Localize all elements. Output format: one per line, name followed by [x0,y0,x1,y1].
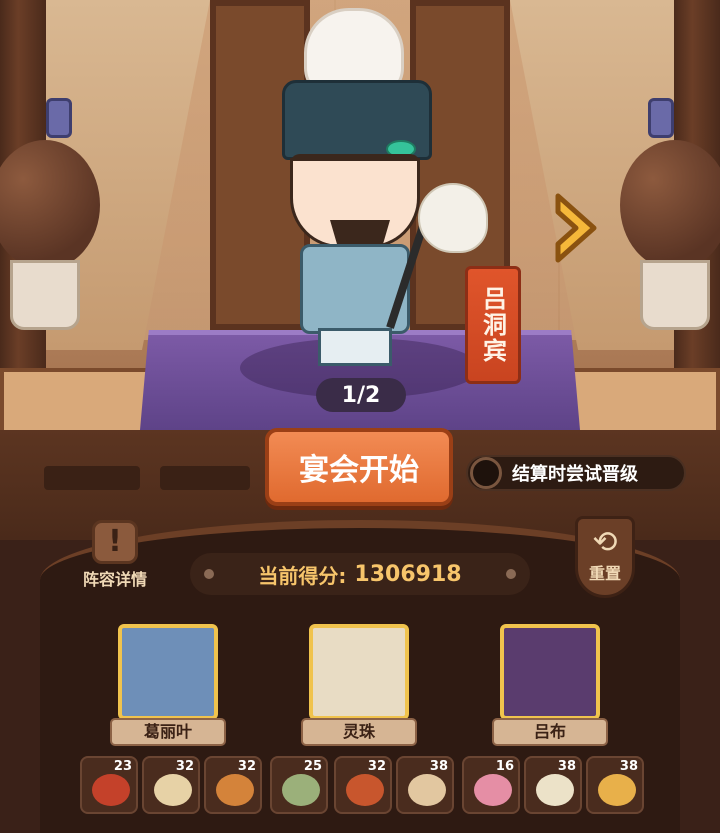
dish-slot[interactable]: 32 [334,756,392,814]
dish-icon [216,774,254,806]
dish-slot[interactable]: 38 [396,756,454,814]
hero-card[interactable]: 吕布 [492,624,608,746]
dish-quantity: 38 [429,759,448,774]
hero-name: 葛丽叶 [110,718,226,746]
reset-label: 重置 [588,564,621,583]
lineup-details-label: 阵容详情 [82,570,147,589]
dish-icon [536,774,574,806]
dish-slot[interactable]: 38 [586,756,644,814]
potted-plant-right [620,140,720,340]
dish-quantity: 32 [367,759,386,774]
dish-slot[interactable]: 25 [270,756,328,814]
right-shelf [570,368,720,438]
toggle-label: 结算时尝试晋级 [512,464,638,485]
page-indicator: 1/2 [316,378,406,412]
character-legs [318,328,392,366]
score-dot-right [506,569,516,579]
curtain-hook-right [648,98,674,138]
score-display: 当前得分: 1306918 [190,553,530,595]
reset-button[interactable]: ⟲ 重置 [575,516,635,598]
dish-icon [282,774,320,806]
left-shelf [0,368,150,438]
score-value: 1306918 [354,561,462,587]
character-name-banner: 吕洞宾 [465,266,521,384]
promote-toggle[interactable]: 结算时尝试晋级 [466,455,686,491]
dish-quantity: 16 [495,759,514,774]
hero-name: 吕布 [492,718,608,746]
refresh-icon: ⟲ [592,525,618,560]
dish-icon [92,774,130,806]
hero-card[interactable]: 葛丽叶 [110,624,226,746]
panel-slot [160,466,250,490]
dish-icon [408,774,446,806]
panel-slot [44,466,140,490]
dish-icon [598,774,636,806]
score-dot-left [204,569,214,579]
fly-whisk [418,183,488,253]
character-stage: 吕洞宾 1/2 [0,0,720,440]
dish-quantity: 23 [113,759,132,774]
chevron-right-icon[interactable] [548,188,608,268]
start-banquet-button[interactable]: 宴会开始 [265,428,453,506]
dish-quantity: 38 [619,759,638,774]
hero-card[interactable]: 灵珠 [301,624,417,746]
dish-slot[interactable]: 32 [142,756,200,814]
dish-slot[interactable]: 38 [524,756,582,814]
potted-plant-left [0,140,100,340]
hero-portrait [500,624,600,720]
hero-portrait [118,624,218,720]
dish-quantity: 25 [303,759,322,774]
dish-icon [154,774,192,806]
hero-name: 灵珠 [301,718,417,746]
dish-slot[interactable]: 16 [462,756,520,814]
dish-quantity: 32 [175,759,194,774]
score-label: 当前得分: [258,563,347,588]
dish-icon [474,774,512,806]
exclamation-icon: ! [92,520,138,564]
dish-quantity: 38 [557,759,576,774]
curtain-hook-left [46,98,72,138]
dish-quantity: 32 [237,759,256,774]
dish-icon [346,774,384,806]
dish-slot[interactable]: 32 [204,756,262,814]
hero-portrait [309,624,409,720]
dish-slot[interactable]: 23 [80,756,138,814]
toggle-knob [470,457,502,489]
lineup-details-button[interactable]: ! 阵容详情 [70,520,160,596]
